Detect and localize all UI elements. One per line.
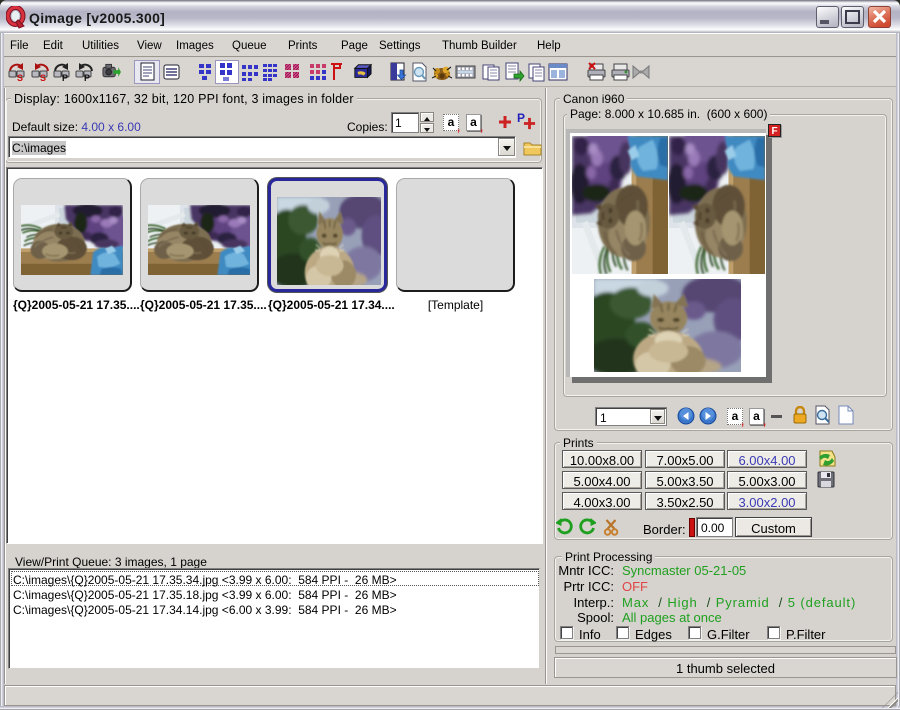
svg-text:P: P: [84, 73, 90, 82]
svg-text:P: P: [62, 73, 68, 82]
svg-text:S: S: [40, 73, 46, 82]
svg-text:S: S: [17, 73, 23, 82]
